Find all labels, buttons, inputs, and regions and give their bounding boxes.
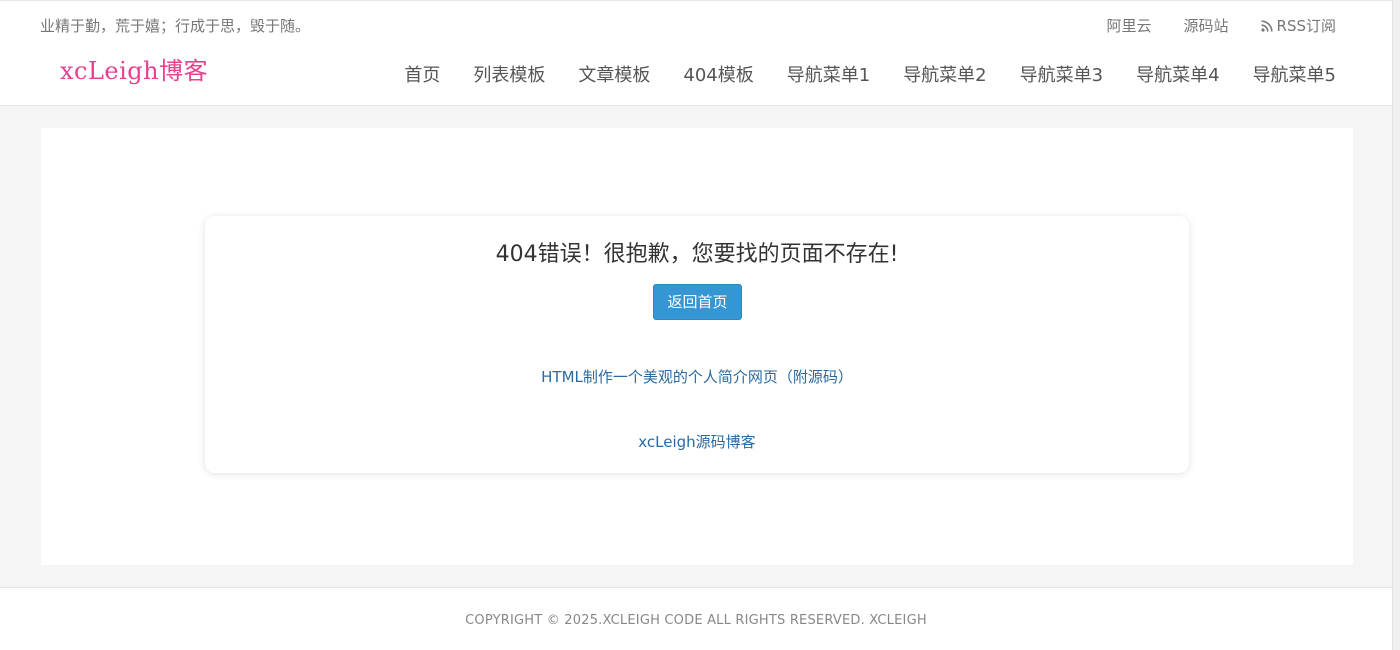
nav-item-article-template[interactable]: 文章模板 — [578, 61, 650, 87]
site-motto: 业精于勤，荒于嬉；行成于思，毁于随。 — [40, 17, 311, 35]
nav-item-menu-5[interactable]: 导航菜单5 — [1253, 61, 1336, 87]
nav-item-menu-4[interactable]: 导航菜单4 — [1136, 61, 1219, 87]
site-footer: COPYRIGHT © 2025.XCLEIGH CODE ALL RIGHTS… — [0, 587, 1400, 650]
top-link-source-site[interactable]: 源码站 — [1184, 15, 1229, 36]
error-title: 404错误！很抱歉，您要找的页面不存在! — [495, 242, 899, 267]
main-content: 404错误！很抱歉，您要找的页面不存在! 返回首页 HTML制作一个美观的个人简… — [41, 128, 1353, 565]
site-header: 业精于勤，荒于嬉；行成于思，毁于随。 阿里云 源码站 RSS订阅 xcLeigh… — [0, 0, 1400, 106]
top-link-aliyun[interactable]: 阿里云 — [1107, 15, 1152, 36]
error-card: 404错误！很抱歉，您要找的页面不存在! 返回首页 HTML制作一个美观的个人简… — [205, 216, 1189, 473]
page-scrollbar[interactable] — [1392, 0, 1400, 650]
nav-item-menu-2[interactable]: 导航菜单2 — [903, 61, 986, 87]
nav-item-menu-1[interactable]: 导航菜单1 — [787, 61, 870, 87]
nav-item-home[interactable]: 首页 — [404, 61, 440, 87]
top-links: 阿里云 源码站 RSS订阅 — [1107, 15, 1337, 36]
article-link[interactable]: HTML制作一个美观的个人简介网页（附源码） — [205, 366, 1189, 387]
rss-link-label: RSS订阅 — [1276, 17, 1336, 35]
nav-item-list-template[interactable]: 列表模板 — [473, 61, 545, 87]
page: 业精于勤，荒于嬉；行成于思，毁于随。 阿里云 源码站 RSS订阅 xcLeigh… — [0, 0, 1400, 650]
top-link-rss[interactable]: RSS订阅 — [1260, 15, 1336, 36]
rss-icon — [1260, 19, 1273, 32]
site-logo[interactable]: xcLeigh博客 — [60, 51, 208, 86]
copyright-text: COPYRIGHT © 2025.XCLEIGH CODE ALL RIGHTS… — [465, 613, 927, 628]
back-home-button[interactable]: 返回首页 — [653, 284, 742, 320]
nav-item-menu-3[interactable]: 导航菜单3 — [1020, 61, 1103, 87]
nav-item-404-template[interactable]: 404模板 — [683, 61, 753, 87]
blog-link[interactable]: xcLeigh源码博客 — [205, 431, 1189, 452]
main-nav: 首页 列表模板 文章模板 404模板 导航菜单1 导航菜单2 导航菜单3 导航菜… — [404, 61, 1336, 87]
